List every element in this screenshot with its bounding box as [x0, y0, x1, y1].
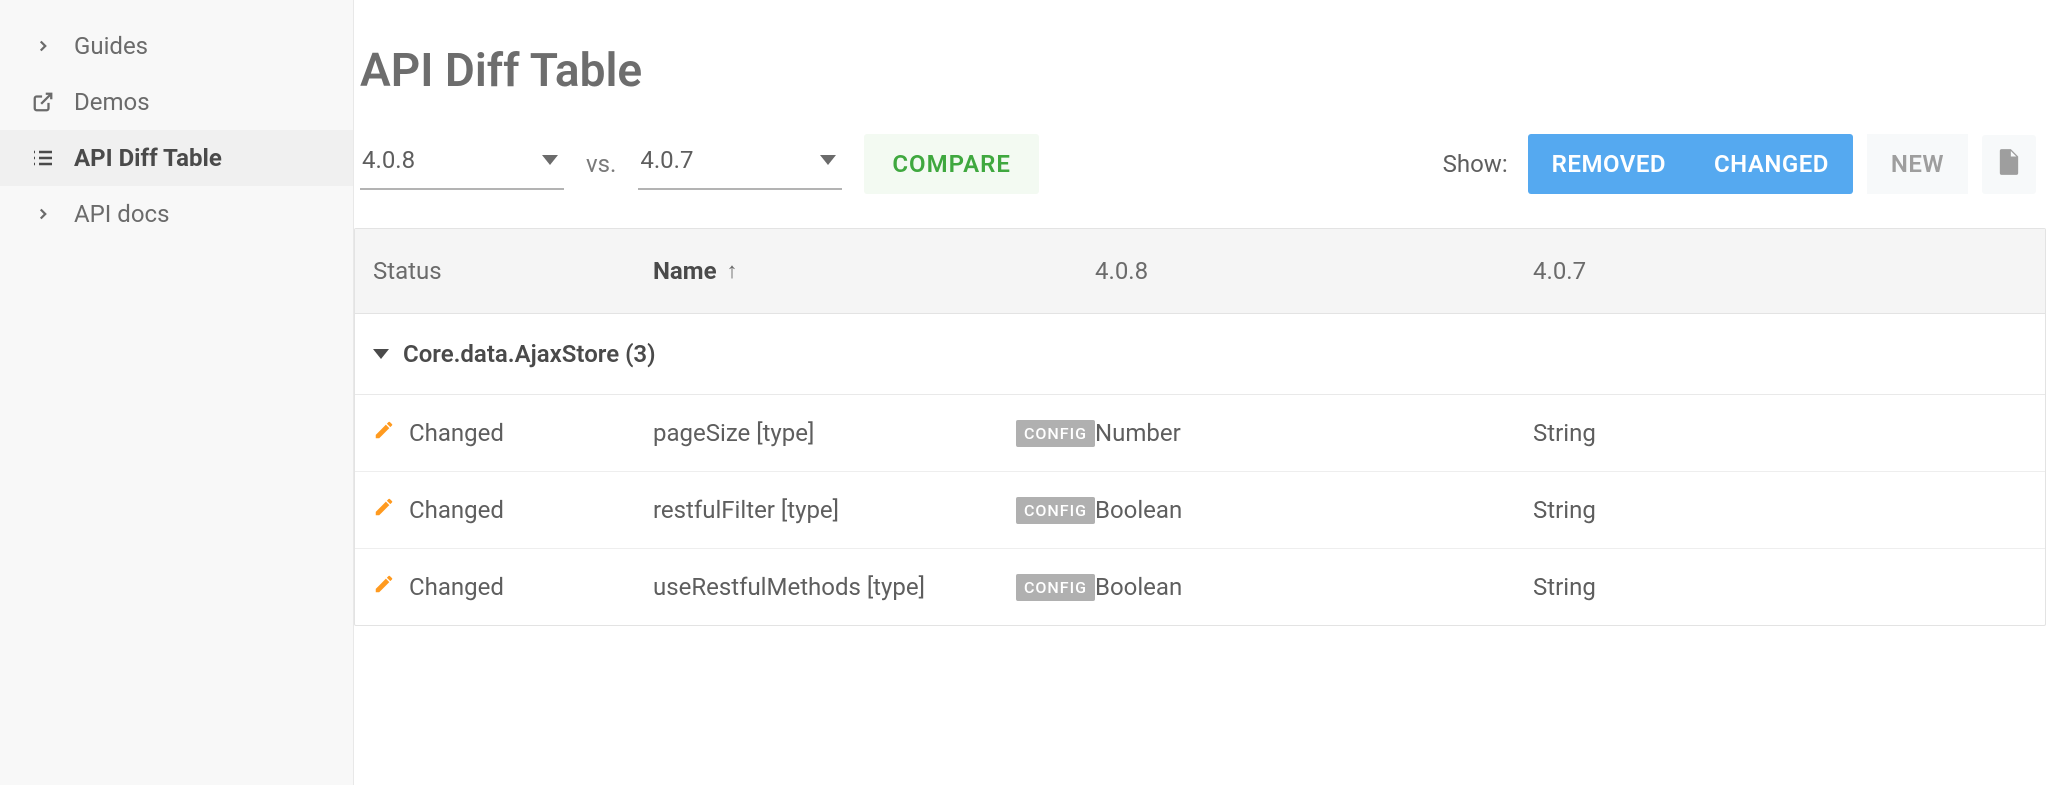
filter-new-button[interactable]: NEW — [1867, 134, 1968, 194]
cell-v1: Boolean — [1095, 573, 1533, 601]
cell-v2: String — [1533, 496, 2027, 524]
pencil-icon — [373, 419, 395, 447]
cell-status: Changed — [373, 496, 653, 524]
config-badge: CONFIG — [1016, 497, 1095, 524]
compare-button[interactable]: COMPARE — [864, 134, 1039, 194]
caret-down-icon — [373, 349, 389, 359]
filter-controls: Show: REMOVED CHANGED NEW — [1443, 134, 2048, 194]
table-header-row: Status Name ↑ 4.0.8 4.0.7 — [355, 229, 2045, 314]
sidebar-item-label: API docs — [74, 200, 169, 228]
cell-name: restfulFilter [type] CONFIG — [653, 496, 1095, 524]
vs-label: vs. — [586, 150, 616, 178]
filter-group: REMOVED CHANGED — [1528, 134, 1853, 194]
sidebar-item-label: Demos — [74, 88, 150, 116]
column-header-name-label: Name — [653, 257, 717, 285]
diff-table: Status Name ↑ 4.0.8 4.0.7 Core.data.Ajax… — [354, 228, 2046, 626]
list-icon — [30, 145, 56, 171]
sidebar: Guides Demos API Diff Table API docs — [0, 0, 354, 785]
chevron-down-icon — [820, 155, 836, 165]
status-text: Changed — [409, 419, 504, 447]
cell-v1: Boolean — [1095, 496, 1533, 524]
sidebar-item-demos[interactable]: Demos — [0, 74, 353, 130]
cell-v2: String — [1533, 419, 2027, 447]
cell-name: useRestfulMethods [type] CONFIG — [653, 573, 1095, 601]
page-title: API Diff Table — [360, 44, 2048, 134]
cell-v1: Number — [1095, 419, 1533, 447]
version-to-value: 4.0.7 — [640, 146, 693, 174]
sidebar-item-api-docs[interactable]: API docs — [0, 186, 353, 242]
chevron-right-icon — [30, 201, 56, 227]
chevron-right-icon — [30, 33, 56, 59]
status-text: Changed — [409, 573, 504, 601]
config-badge: CONFIG — [1016, 420, 1095, 447]
table-row: Changed restfulFilter [type] CONFIG Bool… — [355, 472, 2045, 549]
column-header-v2[interactable]: 4.0.7 — [1533, 257, 2027, 285]
sidebar-item-api-diff-table[interactable]: API Diff Table — [0, 130, 353, 186]
pencil-icon — [373, 496, 395, 524]
filter-removed-button[interactable]: REMOVED — [1528, 134, 1690, 194]
sidebar-item-label: Guides — [74, 32, 148, 60]
group-row[interactable]: Core.data.AjaxStore (3) — [355, 314, 2045, 395]
external-link-icon — [30, 89, 56, 115]
file-excel-icon — [1998, 149, 2020, 180]
filter-changed-button[interactable]: CHANGED — [1690, 134, 1853, 194]
version-from-select[interactable]: 4.0.8 — [360, 138, 564, 190]
group-title: Core.data.AjaxStore (3) — [403, 340, 656, 368]
pencil-icon — [373, 573, 395, 601]
name-text: pageSize [type] — [653, 419, 1006, 447]
name-text: useRestfulMethods [type] — [653, 573, 1006, 601]
sidebar-item-label: API Diff Table — [74, 144, 222, 172]
name-text: restfulFilter [type] — [653, 496, 1006, 524]
cell-name: pageSize [type] CONFIG — [653, 419, 1095, 447]
config-badge: CONFIG — [1016, 574, 1095, 601]
table-row: Changed pageSize [type] CONFIG Number St… — [355, 395, 2045, 472]
column-header-v1[interactable]: 4.0.8 — [1095, 257, 1533, 285]
chevron-down-icon — [542, 155, 558, 165]
column-header-name[interactable]: Name ↑ — [653, 257, 1095, 285]
status-text: Changed — [409, 496, 504, 524]
controls-bar: 4.0.8 vs. 4.0.7 COMPARE Show: REMOVED CH… — [360, 134, 2048, 194]
column-header-status[interactable]: Status — [373, 257, 653, 285]
show-label: Show: — [1443, 150, 1508, 178]
cell-status: Changed — [373, 573, 653, 601]
cell-status: Changed — [373, 419, 653, 447]
cell-v2: String — [1533, 573, 2027, 601]
sort-asc-icon: ↑ — [727, 258, 738, 284]
version-to-select[interactable]: 4.0.7 — [638, 138, 842, 190]
table-row: Changed useRestfulMethods [type] CONFIG … — [355, 549, 2045, 625]
main: API Diff Table 4.0.8 vs. 4.0.7 COMPARE S… — [354, 0, 2048, 785]
version-from-value: 4.0.8 — [362, 146, 415, 174]
sidebar-item-guides[interactable]: Guides — [0, 18, 353, 74]
export-excel-button[interactable] — [1982, 135, 2036, 194]
